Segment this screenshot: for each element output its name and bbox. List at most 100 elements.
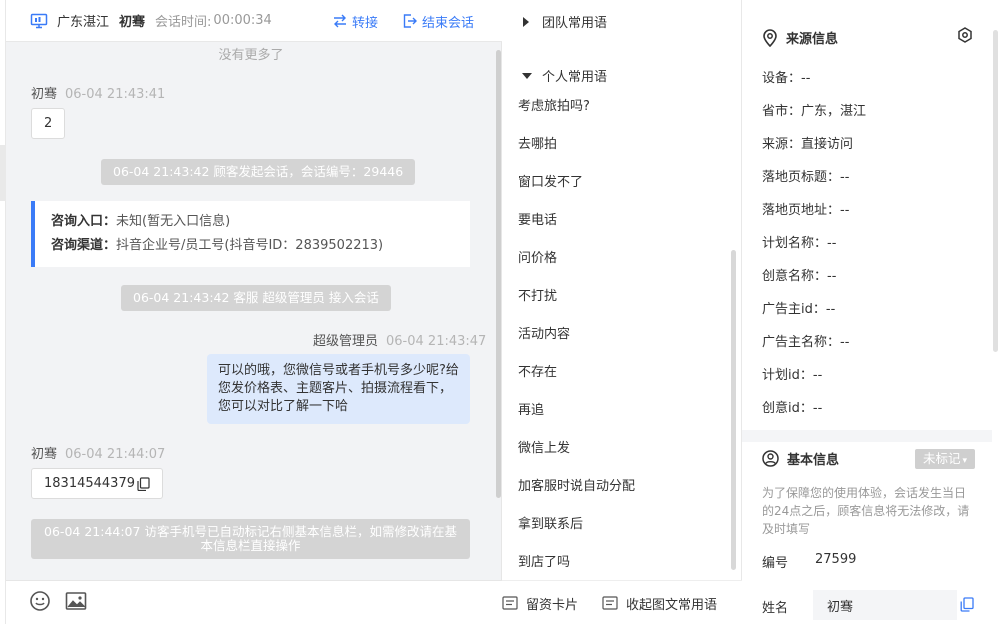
phrase-item[interactable]: 考虑旅拍吗? [518, 94, 728, 132]
source-value: 直接访问 [801, 137, 854, 152]
chat-panel: 广东湛江 初骞 会话时间: 00:00:34 转接 结束会话 没有更多了 初骞 0… [6, 0, 502, 624]
phrases-toolbar: 留资卡片 收起图文常用语 [502, 580, 742, 624]
message-time: 06-04 21:43:41 [65, 87, 166, 102]
sender-name: 超级管理员 [313, 334, 379, 349]
source-label: 创意名称： [762, 269, 828, 284]
source-row-origin: 来源：直接访问 [762, 133, 853, 152]
user-circle-icon [762, 450, 787, 467]
id-label: 编号 [762, 556, 789, 571]
consult-info-card: 咨询入口：未知(暂无入口信息) 咨询渠道：抖音企业号/员工号(抖音号ID：283… [31, 201, 470, 267]
phrases-scrollbar[interactable] [731, 250, 736, 570]
source-row-province: 省市：广东，湛江 [762, 100, 866, 119]
phone-number-text: 18314544379 [44, 476, 135, 491]
consult-channel-row: 咨询渠道：抖音企业号/员工号(抖音号ID：2839502213) [51, 234, 454, 258]
message-meta: 超级管理员 06-04 21:43:47 [313, 330, 486, 349]
panel-scrollbar[interactable] [993, 30, 998, 352]
visitor-name: 初骞 [119, 15, 146, 30]
source-row-landing-title: 落地页标题：-- [762, 166, 849, 185]
source-value: -- [812, 401, 823, 416]
copy-icon[interactable] [137, 476, 150, 491]
sender-name: 初骞 [31, 87, 58, 102]
copy-icon[interactable] [960, 597, 974, 612]
phrase-item[interactable]: 要电话 [518, 208, 728, 246]
message-time: 06-04 21:44:07 [65, 447, 166, 462]
collapse-phrases-button[interactable]: 收起图文常用语 [602, 581, 717, 624]
source-info-label: 来源信息 [786, 32, 839, 47]
source-value: -- [840, 170, 850, 185]
mark-status-label: 未标记 [922, 451, 961, 466]
phrase-item[interactable]: 再追 [518, 398, 728, 436]
consult-channel-label: 咨询渠道： [51, 238, 117, 253]
session-time-label: 会话时间: [155, 15, 212, 30]
card-icon [502, 596, 526, 610]
source-value: -- [840, 335, 850, 350]
phrase-item[interactable]: 拿到联系后 [518, 512, 728, 550]
phrase-item[interactable]: 窗口发不了 [518, 170, 728, 208]
source-label: 广告主名称： [762, 335, 841, 350]
visitor-info-panel: 来源信息 设备：-- 省市：广东，湛江 来源：直接访问 落地页标题：-- 落地页… [742, 0, 1000, 624]
exit-icon [402, 13, 422, 29]
phrase-item[interactable]: 去哪拍 [518, 132, 728, 170]
personal-phrases-group[interactable]: 个人常用语 [522, 66, 607, 85]
source-value: -- [827, 236, 837, 251]
phrase-item[interactable]: 加客服时说自动分配 [518, 474, 728, 512]
source-row-plan-id: 计划id：-- [762, 364, 822, 383]
target-icon[interactable] [957, 27, 973, 43]
chat-header: 广东湛江 初骞 会话时间: 00:00:34 转接 结束会话 [6, 0, 502, 42]
mark-status-dropdown[interactable]: 未标记 ▾ [915, 449, 975, 469]
source-row-plan-name: 计划名称：-- [762, 232, 836, 251]
name-label: 姓名 [762, 601, 789, 616]
system-message: 06-04 21:43:42 客服 超级管理员 接入会话 [121, 285, 391, 311]
source-label: 计划id： [762, 368, 813, 383]
section-divider [742, 430, 992, 442]
phrase-item[interactable]: 活动内容 [518, 322, 728, 360]
source-info-title: 来源信息 [762, 28, 838, 47]
end-session-button[interactable]: 结束会话 [402, 0, 474, 42]
source-value: -- [812, 368, 823, 383]
chat-toolbar [6, 580, 502, 624]
phrase-item[interactable]: 微信上发 [518, 436, 728, 474]
consult-entry-label: 咨询入口： [51, 214, 117, 229]
transfer-button[interactable]: 转接 [332, 0, 378, 42]
consult-entry-row: 咨询入口：未知(暂无入口信息) [51, 210, 454, 234]
phrase-list: 考虑旅拍吗? 去哪拍 窗口发不了 要电话 问价格 不打扰 活动内容 不存在 再追… [518, 94, 728, 588]
source-value: -- [825, 302, 836, 317]
session-time: 00:00:34 [213, 13, 272, 28]
source-label: 设备： [762, 71, 802, 86]
chat-scrollbar[interactable] [496, 50, 501, 498]
personal-phrases-label: 个人常用语 [542, 70, 608, 85]
source-label: 落地页标题： [762, 170, 841, 185]
end-session-label: 结束会话 [422, 15, 475, 31]
phrase-item[interactable]: 问价格 [518, 246, 728, 284]
source-value: 广东，湛江 [801, 104, 867, 119]
source-value: -- [801, 71, 811, 86]
transfer-label: 转接 [352, 15, 379, 31]
source-row-advertiser-name: 广告主名称：-- [762, 331, 849, 350]
image-icon[interactable] [65, 590, 87, 612]
source-row-landing-url: 落地页地址：-- [762, 199, 849, 218]
system-message: 06-04 21:43:42 顾客发起会话，会话编号：29446 [101, 159, 416, 185]
message-list[interactable]: 没有更多了 初骞 06-04 21:43:41 2 06-04 21:43:42 … [6, 42, 502, 580]
monitor-icon [30, 12, 48, 30]
phrase-item[interactable]: 不存在 [518, 360, 728, 398]
edit-deadline-hint: 为了保障您的使用体验，会话发生当日的24点之后，顾客信息将无法修改，请及时填写 [762, 486, 970, 536]
smiley-icon[interactable] [29, 590, 51, 612]
name-input[interactable] [813, 590, 957, 620]
document-icon [602, 596, 626, 610]
phrase-item[interactable]: 不打扰 [518, 284, 728, 322]
lead-card-button[interactable]: 留资卡片 [502, 581, 578, 624]
message-bubble-outgoing: 可以的哦，您微信号或者手机号多少呢?给您发价格表、主题客片、拍摄流程看下，您可以… [207, 354, 470, 424]
team-phrases-group[interactable]: 团队常用语 [522, 12, 607, 31]
source-label: 来源： [762, 137, 802, 152]
source-label: 落地页地址： [762, 203, 841, 218]
message-bubble-incoming: 18314544379 [31, 468, 163, 499]
caret-right-icon [522, 16, 532, 27]
source-label: 创意id： [762, 401, 813, 416]
source-label: 省市： [762, 104, 802, 119]
consult-channel-value: 抖音企业号/员工号(抖音号ID：2839502213) [116, 238, 384, 253]
sender-name: 初骞 [31, 447, 58, 462]
system-message: 06-04 21:44:07 访客手机号已自动标记右侧基本信息栏，如需修改请在基… [31, 519, 470, 559]
basic-info-label: 基本信息 [787, 453, 840, 468]
visitor-location: 广东湛江 [57, 15, 110, 30]
lead-card-label: 留资卡片 [526, 597, 579, 613]
